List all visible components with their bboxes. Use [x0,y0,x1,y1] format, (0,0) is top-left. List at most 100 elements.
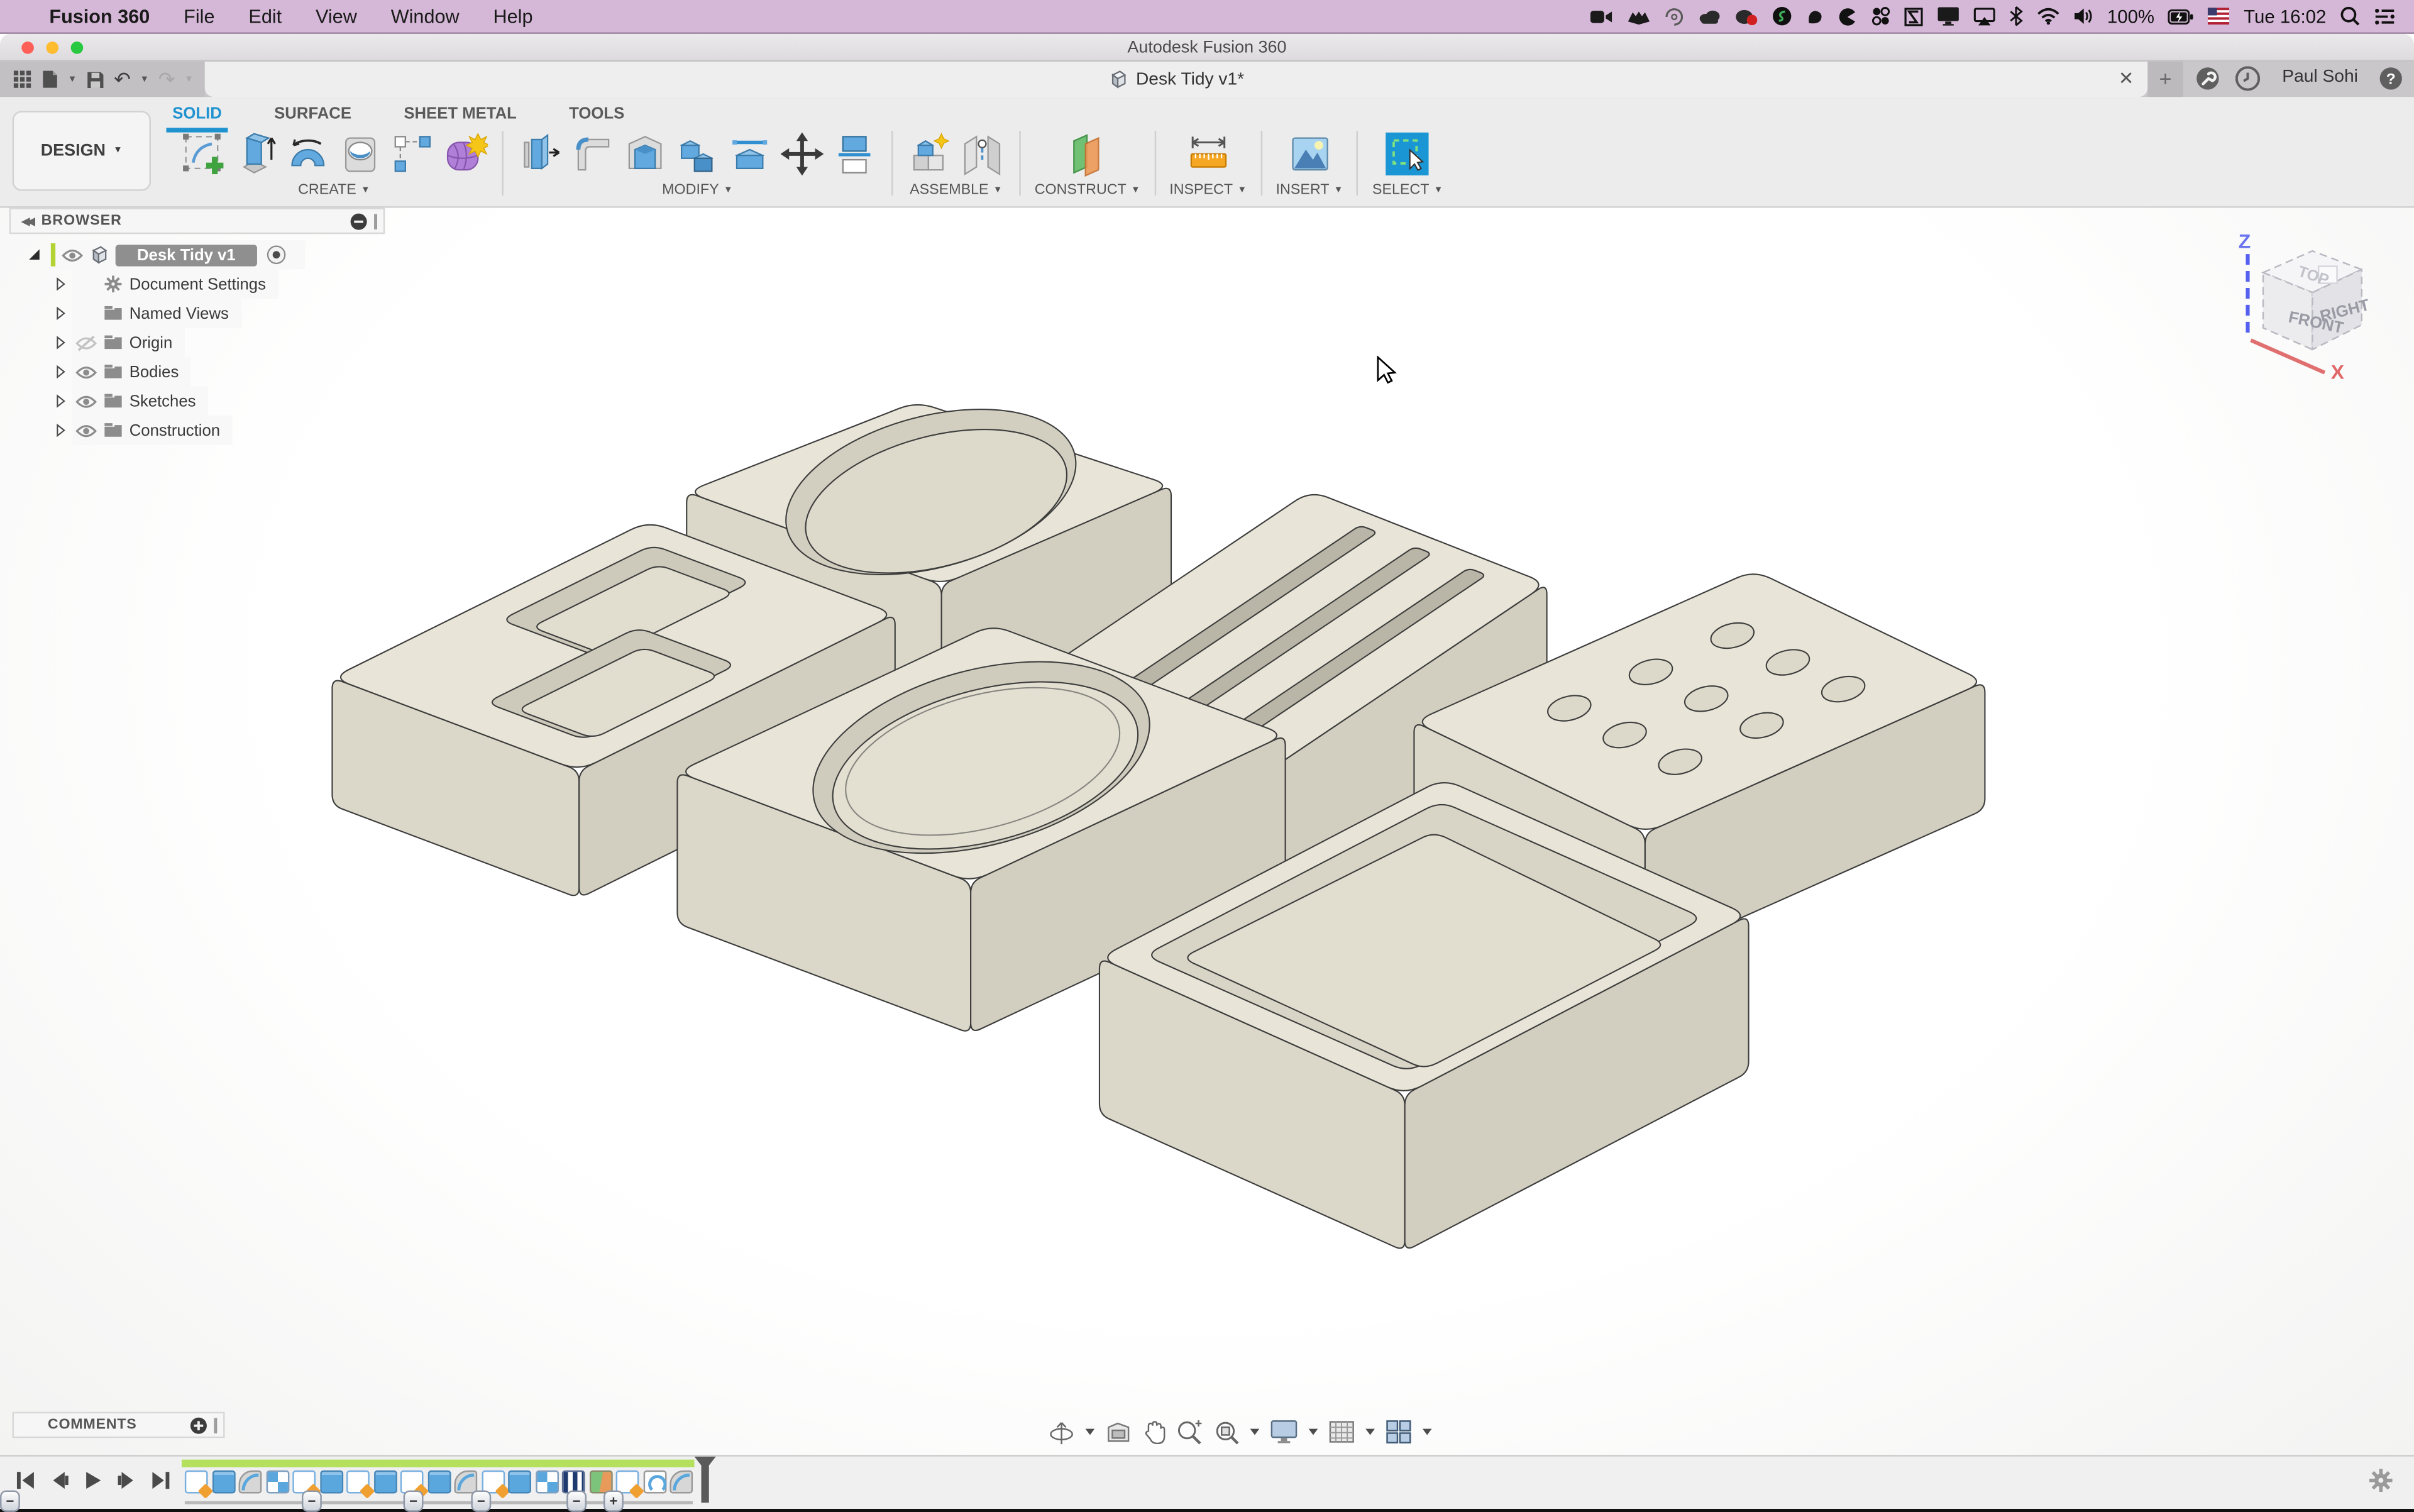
browser-root-row[interactable]: Desk Tidy v1 [9,240,385,270]
menu-clock[interactable]: Tue 16:02 [2244,6,2326,27]
assemble-menu[interactable]: ASSEMBLE▼ [910,182,1002,199]
pattern-icon[interactable] [390,130,436,176]
eye-icon[interactable] [75,422,97,438]
tab-close-button[interactable]: ✕ [2115,68,2137,89]
input-source-flag-icon[interactable] [2208,8,2230,25]
bluetooth-icon[interactable] [2009,6,2022,26]
chevron-down-icon[interactable] [1309,1429,1318,1435]
browser-header[interactable]: ◀◀ BROWSER [9,208,385,235]
timeline-feature-icon[interactable] [427,1471,451,1494]
timeline-feature-icon[interactable] [508,1471,531,1494]
expand-caret-icon[interactable] [55,423,66,437]
expand-caret-icon[interactable] [55,365,66,378]
extrude-icon[interactable] [233,130,278,176]
chevron-down-icon[interactable] [1423,1429,1432,1435]
step-forward-icon[interactable] [117,1471,137,1491]
help-icon[interactable] [2379,66,2403,91]
circle-s-icon[interactable] [1772,6,1792,26]
expand-caret-icon[interactable] [55,336,66,350]
revolve-icon[interactable] [285,130,331,176]
wifi-icon[interactable] [2036,8,2059,25]
menu-item[interactable]: Window [391,6,460,27]
fillet-icon[interactable] [570,130,615,176]
timeline-feature-icon[interactable] [319,1471,343,1494]
app-grid-icon[interactable] [13,69,33,89]
orbit-icon[interactable] [1049,1419,1075,1445]
videocam-icon[interactable] [1590,7,1613,25]
spiral-icon[interactable] [1664,7,1684,25]
document-tab[interactable]: Desk Tidy v1* [205,62,2148,97]
measure-icon[interactable] [1185,130,1231,176]
timeline-feature-icon[interactable] [670,1471,693,1494]
expand-caret-icon[interactable] [55,394,66,408]
menu-item[interactable]: Edit [248,6,282,27]
hole-icon[interactable] [337,130,383,176]
timeline-feature-icon[interactable] [642,1471,666,1494]
timeline-feature-icon[interactable] [239,1471,262,1494]
pacman-icon[interactable] [1838,7,1856,25]
align-icon[interactable] [831,130,877,176]
timeline-feature-icon[interactable] [535,1471,558,1494]
display-settings-icon[interactable] [1270,1420,1298,1444]
chevron-down-icon[interactable]: ▼ [184,75,194,84]
tree-item-label[interactable]: Document Settings [130,275,266,293]
tree-item-label[interactable]: Sketches [130,392,196,410]
panel-drag-handle[interactable] [214,1417,217,1432]
press-pull-icon[interactable] [517,130,563,176]
browser-tree-row[interactable]: Named Views [9,299,385,328]
undo-button[interactable]: ↶ [114,67,131,92]
shell-icon[interactable] [622,130,668,176]
flux-icon[interactable] [1904,7,1922,25]
offset-face-icon[interactable] [727,130,773,176]
tree-item-label[interactable]: Construction [130,421,220,439]
dots-grid-icon[interactable] [1870,6,1890,26]
panel-drag-handle[interactable] [374,213,377,228]
redo-button[interactable]: ↷ [158,67,175,92]
modify-menu[interactable]: MODIFY▼ [662,182,732,199]
chevron-down-icon[interactable] [1250,1429,1260,1435]
workspace-selector[interactable]: DESIGN ▼ [13,111,151,190]
timeline-feature-icon[interactable] [373,1471,397,1494]
move-copy-icon[interactable] [779,130,825,176]
insert-image-icon[interactable] [1286,130,1332,176]
job-status-icon[interactable] [2195,66,2220,91]
expand-caret-icon[interactable] [55,277,66,291]
expand-triangle-icon[interactable] [28,248,41,262]
eye-icon[interactable] [75,364,97,379]
insert-menu[interactable]: INSERT▼ [1276,182,1343,199]
recent-activity-icon[interactable] [2235,66,2260,91]
viewports-icon[interactable] [1386,1420,1412,1444]
timeline-feature-icon[interactable] [212,1471,235,1494]
select-menu[interactable]: SELECT▼ [1372,182,1443,199]
chevron-down-icon[interactable]: ▼ [140,75,150,84]
timeline-playhead[interactable] [692,1457,719,1506]
tree-item-label[interactable]: Bodies [130,363,179,381]
chevron-down-icon[interactable]: ▼ [68,75,77,84]
bat-icon[interactable] [1627,7,1650,25]
timeline-feature-icon[interactable] [185,1471,208,1494]
menu-item[interactable]: View [316,6,357,27]
zoom-icon[interactable] [1176,1419,1203,1445]
inspect-menu[interactable]: INSPECT▼ [1169,182,1247,199]
timeline-feature-icon[interactable] [265,1471,289,1494]
display-mode-icon[interactable] [350,212,368,230]
timeline-feature-icon[interactable] [346,1471,370,1494]
activate-radio-icon[interactable] [267,245,287,265]
construct-menu[interactable]: CONSTRUCT▼ [1035,182,1140,199]
expand-caret-icon[interactable] [55,306,66,320]
create-form-icon[interactable] [442,130,488,176]
step-back-icon[interactable] [49,1471,69,1491]
timeline-feature-icon[interactable] [616,1471,639,1494]
spotlight-search-icon[interactable] [2340,6,2360,26]
blob-icon[interactable] [1805,7,1824,25]
cloud-record-icon[interactable] [1734,7,1758,25]
create-sketch-icon[interactable] [180,130,226,176]
browser-tree-row[interactable]: Bodies [9,357,385,387]
tree-item-label[interactable]: Origin [130,333,173,351]
menu-item[interactable]: Help [493,6,533,27]
comments-bar[interactable]: COMMENTS [13,1412,225,1438]
eye-icon[interactable] [75,335,97,350]
look-at-icon[interactable] [1105,1420,1132,1443]
timeline-settings-gear-icon[interactable] [2369,1469,2393,1492]
collapse-panel-icon[interactable]: ◀◀ [21,215,32,228]
